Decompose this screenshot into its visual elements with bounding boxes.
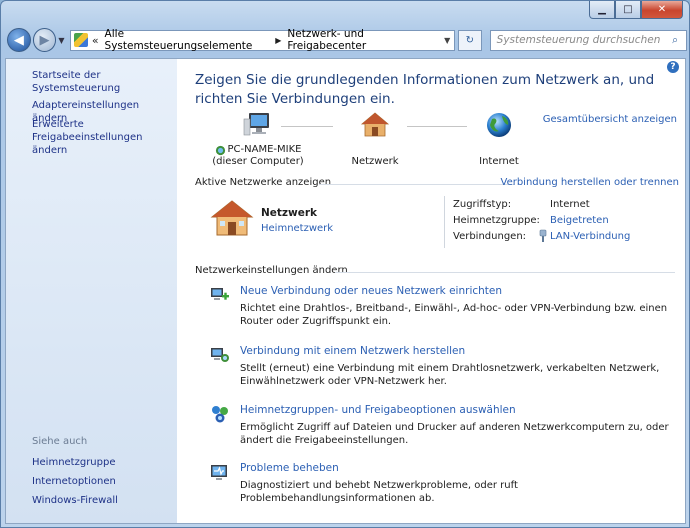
sidebar-link-windows-firewall[interactable]: Windows-Firewall xyxy=(32,494,118,507)
map-node-network[interactable]: Netzwerk xyxy=(345,111,405,168)
troubleshoot-icon xyxy=(211,465,227,480)
navigation-bar: ◀ ▶ ▼ « Alle Systemsteuerungselemente ▶ … xyxy=(5,23,688,57)
vertical-divider xyxy=(444,196,445,248)
search-icon[interactable]: ⌕ xyxy=(664,34,686,47)
access-type-value: Internet xyxy=(550,199,590,210)
recent-pages-dropdown[interactable]: ▼ xyxy=(58,36,66,45)
task-new-connection-desc: Richtet eine Drahtlos-, Breitband-, Einw… xyxy=(240,303,668,327)
breadcrumb-network-sharing-center[interactable]: Netzwerk- und Freigabecenter xyxy=(287,28,440,52)
see-also-title: Siehe auch xyxy=(32,436,88,447)
address-bar[interactable]: « Alle Systemsteuerungselemente ▶ Netzwe… xyxy=(70,28,455,52)
connect-disconnect-link[interactable]: Verbindung herstellen oder trennen xyxy=(501,177,680,188)
section-divider xyxy=(335,272,675,273)
connect-network-icon xyxy=(211,348,229,362)
map-connector-line xyxy=(407,126,467,127)
caption-buttons: ▁ □ ✕ xyxy=(589,1,683,19)
task-troubleshoot-desc: Diagnostiziert und behebt Netzwerkproble… xyxy=(240,480,518,504)
new-connection-icon xyxy=(211,288,229,300)
homegroup-options-icon xyxy=(212,406,228,423)
task-new-connection-link[interactable]: Neue Verbindung oder neues Netzwerk einr… xyxy=(240,285,502,297)
full-map-link[interactable]: Gesamtübersicht anzeigen xyxy=(543,114,677,125)
back-button[interactable]: ◀ xyxy=(7,28,31,52)
active-networks-title: Aktive Netzwerke anzeigen xyxy=(195,177,332,188)
sidebar-link-homegroup[interactable]: Heimnetzgruppe xyxy=(32,456,116,469)
search-input[interactable]: Systemsteuerung durchsuchen ⌕ xyxy=(489,29,688,51)
maximize-button[interactable]: □ xyxy=(615,1,641,19)
change-settings-title: Netzwerkeinstellungen ändern xyxy=(195,265,348,276)
connections-label: Verbindungen: xyxy=(453,231,527,242)
main-content: ? Zeigen Sie die grundlegenden Informati… xyxy=(177,59,685,523)
breadcrumb-all-control-panel-items[interactable]: Alle Systemsteuerungselemente xyxy=(105,28,270,52)
house-icon xyxy=(360,112,390,137)
computer-icon xyxy=(243,113,269,136)
home-network-icon xyxy=(210,200,254,236)
page-title: Zeigen Sie die grundlegenden Information… xyxy=(195,72,655,107)
map-node-internet[interactable]: Internet xyxy=(469,111,529,168)
task-troubleshoot-link[interactable]: Probleme beheben xyxy=(240,462,339,474)
sidebar-link-advanced-sharing[interactable]: Erweiterte Freigabeeinstellungen ändern xyxy=(32,118,172,157)
sidebar-link-control-panel-home[interactable]: Startseite der Systemsteuerung xyxy=(32,69,177,95)
task-homegroup-options-desc: Ermöglicht Zugriff auf Dateien und Druck… xyxy=(240,422,669,446)
forward-button[interactable]: ▶ xyxy=(32,28,57,52)
task-connect-network-link[interactable]: Verbindung mit einem Netzwerk herstellen xyxy=(240,345,465,357)
task-sidebar: Startseite der Systemsteuerung Adapterei… xyxy=(6,59,177,523)
ethernet-icon xyxy=(539,229,547,242)
minimize-button[interactable]: ▁ xyxy=(589,1,615,19)
sidebar-link-internet-options[interactable]: Internetoptionen xyxy=(32,475,116,488)
globe-icon xyxy=(487,113,511,137)
refresh-button[interactable]: ↻ xyxy=(457,29,482,51)
active-network-name: Netzwerk xyxy=(261,207,318,219)
computer-name: PC-NAME-MIKE xyxy=(227,144,302,155)
client-area: Startseite der Systemsteuerung Adapterei… xyxy=(5,58,686,524)
network-type-link[interactable]: Heimnetzwerk xyxy=(261,223,333,234)
map-node-computer[interactable]: PC-NAME-MIKE (dieser Computer) xyxy=(203,111,313,168)
internet-label: Internet xyxy=(479,156,519,167)
breadcrumb-overflow[interactable]: « xyxy=(92,34,99,47)
computer-subtitle: (dieser Computer) xyxy=(212,156,304,167)
network-label: Netzwerk xyxy=(351,156,399,167)
task-homegroup-options-link[interactable]: Heimnetzgruppen- und Freigabeoptionen au… xyxy=(240,404,516,416)
network-small-icon xyxy=(215,145,225,155)
homegroup-label: Heimnetzgruppe: xyxy=(453,215,540,226)
task-connect-network-desc: Stellt (erneut) eine Verbindung mit eine… xyxy=(240,363,660,387)
search-placeholder: Systemsteuerung durchsuchen xyxy=(496,34,661,46)
close-button[interactable]: ✕ xyxy=(641,1,683,19)
address-dropdown-icon[interactable]: ▼ xyxy=(440,36,454,45)
lan-connection-link[interactable]: LAN-Verbindung xyxy=(550,231,630,242)
homegroup-link[interactable]: Beigetreten xyxy=(550,215,609,226)
explorer-window: ▁ □ ✕ ◀ ▶ ▼ « Alle Systemsteuerungseleme… xyxy=(0,0,690,528)
help-button[interactable]: ? xyxy=(667,61,679,73)
section-divider xyxy=(319,184,514,185)
control-panel-icon xyxy=(74,33,88,47)
breadcrumb-separator[interactable]: ▶ xyxy=(275,36,281,45)
access-type-label: Zugriffstyp: xyxy=(453,199,512,210)
